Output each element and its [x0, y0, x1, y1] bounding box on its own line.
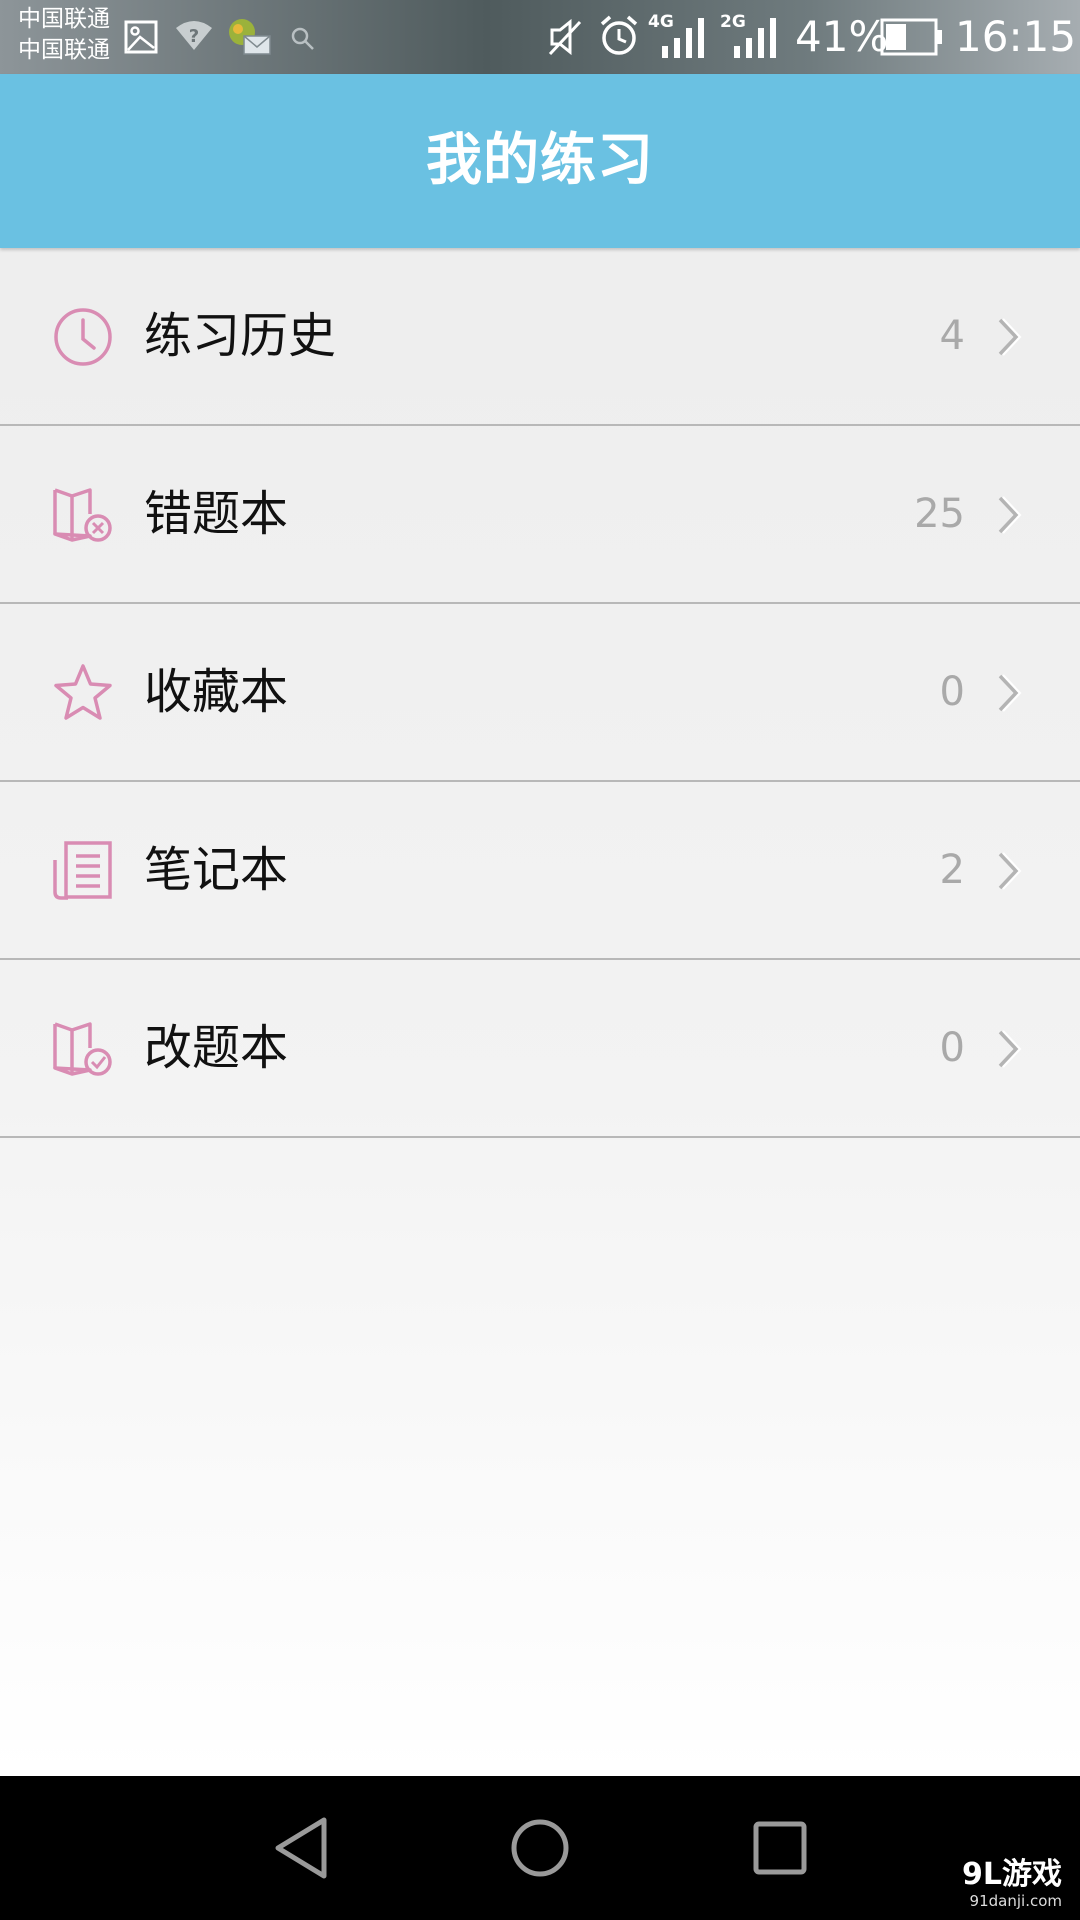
watermark-logo: 9L游戏	[962, 1857, 1062, 1892]
clock-icon	[54, 308, 112, 366]
chevron-right-icon	[998, 1030, 1022, 1068]
menu-item-count: 4	[939, 313, 965, 359]
home-icon[interactable]	[504, 1812, 576, 1884]
chevron-right-icon	[998, 852, 1022, 890]
carrier-label-2: 中国联通	[18, 37, 110, 63]
menu-item-label: 错题本	[144, 486, 289, 542]
watermark-url: 91danji.com	[969, 1892, 1062, 1910]
app-header: 我的练习	[0, 74, 1080, 248]
watermark: 9L游戏 91danji.com	[962, 1857, 1062, 1911]
menu-list: 练习历史 4 错题本 25 收藏本 0 笔记本 2 改题本 0	[0, 248, 1080, 1138]
battery-percent: 41%	[795, 12, 889, 61]
carrier-labels: 中国联通 中国联通	[18, 4, 110, 66]
battery-icon	[880, 18, 942, 56]
menu-item-count: 0	[939, 1025, 965, 1071]
notebook-icon	[53, 841, 112, 900]
image-notification-icon	[124, 20, 158, 54]
mute-icon	[548, 18, 582, 56]
menu-item-practice-history[interactable]: 练习历史 4	[0, 248, 1080, 426]
chevron-right-icon	[998, 318, 1022, 356]
chevron-right-icon	[998, 496, 1022, 534]
book-error-icon	[53, 488, 112, 542]
menu-item-count: 25	[914, 491, 965, 537]
menu-item-count: 2	[939, 847, 965, 893]
book-check-icon	[53, 1022, 112, 1076]
back-icon[interactable]	[264, 1812, 336, 1884]
search-icon	[291, 27, 314, 50]
menu-item-wrong-questions[interactable]: 错题本 25	[0, 426, 1080, 604]
signal-2-icon	[734, 18, 776, 58]
navigation-bar: 9L游戏 91danji.com	[0, 1776, 1080, 1920]
svg-text:?: ?	[189, 26, 199, 47]
carrier-label-1: 中国联通	[18, 6, 110, 32]
menu-item-label: 收藏本	[144, 664, 289, 720]
star-icon	[54, 664, 112, 720]
chevron-right-icon	[998, 674, 1022, 712]
message-notification-icon	[229, 19, 271, 55]
menu-item-favorites[interactable]: 收藏本 0	[0, 604, 1080, 782]
wifi-question-icon: ?	[176, 21, 212, 50]
menu-item-notebook[interactable]: 笔记本 2	[0, 782, 1080, 960]
menu-item-label: 笔记本	[144, 842, 289, 898]
recent-apps-icon[interactable]	[744, 1812, 816, 1884]
signal-1-icon	[662, 18, 704, 58]
clock-time: 16:15	[955, 12, 1077, 61]
alarm-icon	[600, 15, 638, 55]
status-bar: 中国联通 中国联通 ? 4G 2G 41% 16:15	[0, 0, 1080, 74]
menu-item-label: 练习历史	[144, 308, 337, 364]
menu-item-label: 改题本	[144, 1020, 289, 1076]
menu-item-count: 0	[939, 669, 965, 715]
page-title: 我的练习	[426, 128, 654, 193]
menu-item-corrected-questions[interactable]: 改题本 0	[0, 960, 1080, 1138]
